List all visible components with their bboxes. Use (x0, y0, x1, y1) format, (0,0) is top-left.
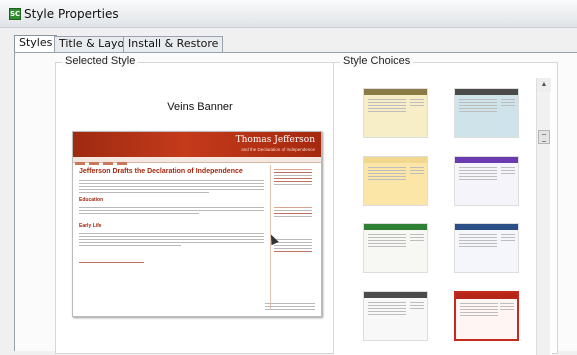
selected-style-group: Selected Style Veins Banner Thomas Jeffe… (55, 55, 345, 354)
preview-section-early-life: Early Life (79, 223, 102, 229)
style-choice-1[interactable] (363, 88, 428, 138)
app-icon: SC (9, 8, 21, 20)
style-choice-6[interactable] (454, 223, 519, 273)
preview-banner-subtitle: and the Declaration of Independence (241, 147, 315, 152)
style-choices-title: Style Choices (340, 55, 414, 67)
preview-banner: Thomas Jefferson and the Declaration of … (73, 132, 321, 157)
selected-style-preview: Thomas Jefferson and the Declaration of … (72, 131, 322, 317)
style-choice-4[interactable] (454, 156, 519, 206)
preview-paragraph-1 (79, 180, 264, 195)
selected-style-title: Selected Style (62, 55, 139, 67)
style-properties-window: SC Style Properties Styles Title & Layou… (0, 0, 577, 355)
preview-nav-item (75, 162, 85, 165)
preview-paragraph-4 (79, 262, 264, 265)
styles-tab-panel: Selected Style Veins Banner Thomas Jeffe… (14, 52, 577, 355)
style-choice-2[interactable] (454, 88, 519, 138)
preview-section-education: Education (79, 197, 104, 203)
selected-style-name: Veins Banner (167, 101, 233, 113)
preview-banner-title: Thomas Jefferson (235, 135, 315, 145)
style-choices-list[interactable] (334, 78, 552, 355)
preview-heading: Jefferson Drafts the Declaration of Inde… (79, 168, 243, 175)
preview-nav-item (103, 162, 113, 165)
style-choice-5[interactable] (363, 223, 428, 273)
preview-nav-item (89, 162, 99, 165)
window-title: Style Properties (24, 7, 119, 21)
style-choice-8[interactable] (454, 291, 519, 341)
style-choices-scrollbar[interactable]: ▲ (536, 78, 551, 355)
style-choices-group: Style Choices ▲ (333, 55, 558, 355)
style-choice-7[interactable] (363, 291, 428, 341)
style-choice-3[interactable] (363, 156, 428, 206)
preview-nav-bar (73, 157, 321, 165)
preview-paragraph-3 (79, 233, 264, 248)
title-bar[interactable]: SC Style Properties (0, 0, 577, 28)
tab-install-restore[interactable]: Install & Restore (123, 36, 224, 52)
scrollbar-thumb[interactable] (538, 130, 550, 144)
tab-styles[interactable]: Styles (14, 35, 58, 52)
scroll-up-arrow-icon[interactable]: ▲ (537, 78, 551, 92)
preview-nav-item (117, 162, 127, 165)
preview-paragraph-2 (79, 207, 264, 216)
preview-footer (265, 303, 315, 312)
